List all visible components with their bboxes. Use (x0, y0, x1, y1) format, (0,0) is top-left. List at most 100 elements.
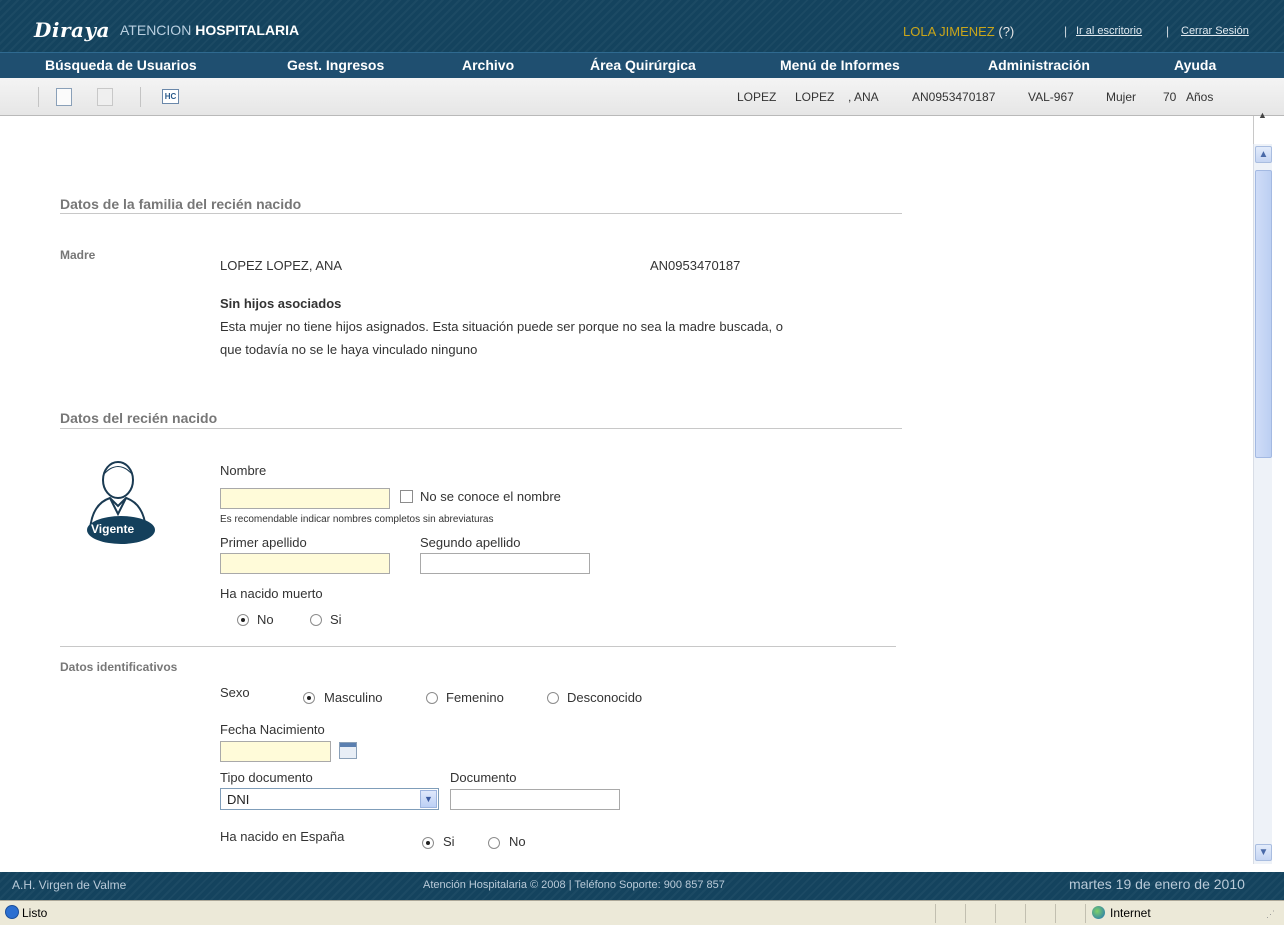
section-divider (60, 428, 902, 429)
sex-female-label: Femenino (446, 690, 504, 705)
app-footer: A.H. Virgen de Valme Atención Hospitalar… (0, 872, 1284, 900)
status-cell (995, 904, 996, 923)
status-cell (1025, 904, 1026, 923)
surname1-label: Primer apellido (220, 535, 307, 550)
header-separator: | (1166, 24, 1170, 38)
sex-unknown-label: Desconocido (567, 690, 643, 705)
logout-link[interactable]: Cerrar Sesión (1181, 25, 1249, 37)
scroll-thumb[interactable] (1255, 170, 1272, 458)
name-input[interactable] (220, 488, 390, 509)
status-cell (1055, 904, 1056, 923)
section-divider (60, 213, 902, 214)
toolbar: HC LOPEZ LOPEZ , ANA AN0953470187 VAL-96… (0, 78, 1284, 116)
nav-gest-ingresos[interactable]: Gest. Ingresos (287, 57, 384, 73)
patient-age: 70 (1163, 90, 1177, 104)
vertical-scrollbar[interactable]: ▲ ▼ (1253, 144, 1272, 864)
sex-unknown-radio[interactable] (547, 692, 559, 704)
stillborn-no-radio[interactable] (237, 614, 249, 626)
app-header: Diraya ATENCION HOSPITALARIA LOLA JIMENE… (0, 0, 1284, 52)
nav-busqueda-usuarios[interactable]: Búsqueda de Usuarios (45, 57, 197, 73)
new-document-icon[interactable] (56, 88, 72, 106)
patient-name: , ANA (848, 90, 879, 104)
header-separator: | (1064, 24, 1068, 38)
mother-nuhsa: AN0953470187 (650, 258, 741, 273)
doc-type-select[interactable]: DNI ▼ (220, 788, 439, 810)
scroll-up-icon[interactable]: ▲ (1255, 146, 1272, 163)
nav-area-quirurgica[interactable]: Área Quirúrgica (590, 57, 696, 73)
toolbar-divider (140, 87, 141, 107)
family-section-title: Datos de la familia del recién nacido (60, 196, 302, 212)
surname2-input[interactable] (420, 553, 590, 574)
stillborn-yes-label: Si (330, 612, 342, 627)
zone-text: Internet (1110, 906, 1151, 920)
born-spain-no-label: No (509, 834, 526, 849)
main-nav: Búsqueda de Usuarios Gest. Ingresos Arch… (0, 52, 1284, 78)
name-label: Nombre (220, 463, 267, 478)
browser-status-bar: Listo Internet ⋰ (0, 900, 1284, 925)
born-spain-yes-label: Si (443, 834, 455, 849)
status-text: Listo (22, 906, 48, 920)
scroll-down-icon[interactable]: ▼ (1255, 844, 1272, 861)
user-name-text: LOLA JIMENEZ (903, 24, 995, 39)
born-spain-yes-radio[interactable] (422, 837, 434, 849)
stillborn-no-label: No (257, 612, 274, 627)
section-divider (60, 646, 896, 647)
no-children-title: Sin hijos asociados (220, 296, 342, 311)
status-cell (965, 904, 966, 923)
surname2-label: Segundo apellido (420, 535, 521, 550)
mother-name: LOPEZ LOPEZ, ANA (220, 258, 343, 273)
status-cell (1085, 904, 1086, 923)
scroll-up-small-icon[interactable]: ▲ (1253, 106, 1272, 124)
no-children-message: Esta mujer no tiene hijos asignados. Est… (220, 319, 783, 334)
app-subtitle: ATENCION HOSPITALARIA (120, 22, 299, 38)
patient-surname2: LOPEZ (795, 90, 835, 104)
copy-document-icon[interactable] (97, 88, 113, 106)
surname1-input[interactable] (220, 553, 390, 574)
patient-nuhsa: AN0953470187 (912, 90, 996, 104)
vigente-badge: Vigente (91, 522, 135, 536)
name-hint: Es recomendable indicar nombres completo… (220, 514, 494, 525)
patient-age-unit: Años (1186, 90, 1214, 104)
app-logo: Diraya (34, 18, 111, 42)
nav-ayuda[interactable]: Ayuda (1174, 57, 1216, 73)
no-children-message: que todavía no se le haya vinculado ning… (220, 342, 478, 357)
born-spain-no-radio[interactable] (488, 837, 500, 849)
doc-type-label: Tipo documento (220, 770, 313, 785)
toolbar-divider (38, 87, 39, 107)
sex-male-radio[interactable] (303, 692, 315, 704)
app-subtitle-light: ATENCION (120, 22, 196, 38)
desktop-link[interactable]: Ir al escritorio (1076, 25, 1142, 37)
sex-female-radio[interactable] (426, 692, 438, 704)
stillborn-label: Ha nacido muerto (220, 586, 323, 601)
patient-sex: Mujer (1106, 90, 1137, 104)
ident-section-label: Datos identificativos (60, 660, 178, 674)
unknown-name-label: No se conoce el nombre (420, 489, 561, 504)
internet-zone-icon (1092, 906, 1105, 919)
chevron-down-icon[interactable]: ▼ (420, 790, 437, 808)
calendar-icon[interactable] (339, 742, 357, 759)
birthdate-input[interactable] (220, 741, 331, 762)
nav-archivo[interactable]: Archivo (462, 57, 514, 73)
resize-grip-icon[interactable]: ⋰ (1266, 909, 1280, 923)
newborn-avatar: Vigente (86, 458, 156, 544)
nav-administracion[interactable]: Administración (988, 57, 1090, 73)
born-spain-label: Ha nacido en España (220, 829, 345, 844)
sex-male-label: Masculino (324, 690, 383, 705)
footer-copyright: Atención Hospitalaria © 2008 | Teléfono … (423, 879, 725, 891)
unknown-name-checkbox[interactable] (400, 490, 413, 503)
nav-menu-informes[interactable]: Menú de Informes (780, 57, 900, 73)
status-cell (935, 904, 936, 923)
doc-label: Documento (450, 770, 517, 785)
footer-hospital: A.H. Virgen de Valme (12, 878, 127, 892)
doc-input[interactable] (450, 789, 620, 810)
stillborn-yes-radio[interactable] (310, 614, 322, 626)
newborn-section-title: Datos del recién nacido (60, 410, 218, 426)
app-subtitle-bold: HOSPITALARIA (195, 22, 300, 38)
user-help-link[interactable]: (?) (995, 24, 1014, 39)
patient-surname1: LOPEZ (737, 90, 777, 104)
clinical-history-icon[interactable]: HC (162, 89, 179, 104)
sex-label: Sexo (220, 685, 250, 700)
browser-page-icon (5, 905, 19, 919)
user-name: LOLA JIMENEZ (?) (903, 24, 1014, 39)
birthdate-label: Fecha Nacimiento (220, 722, 325, 737)
